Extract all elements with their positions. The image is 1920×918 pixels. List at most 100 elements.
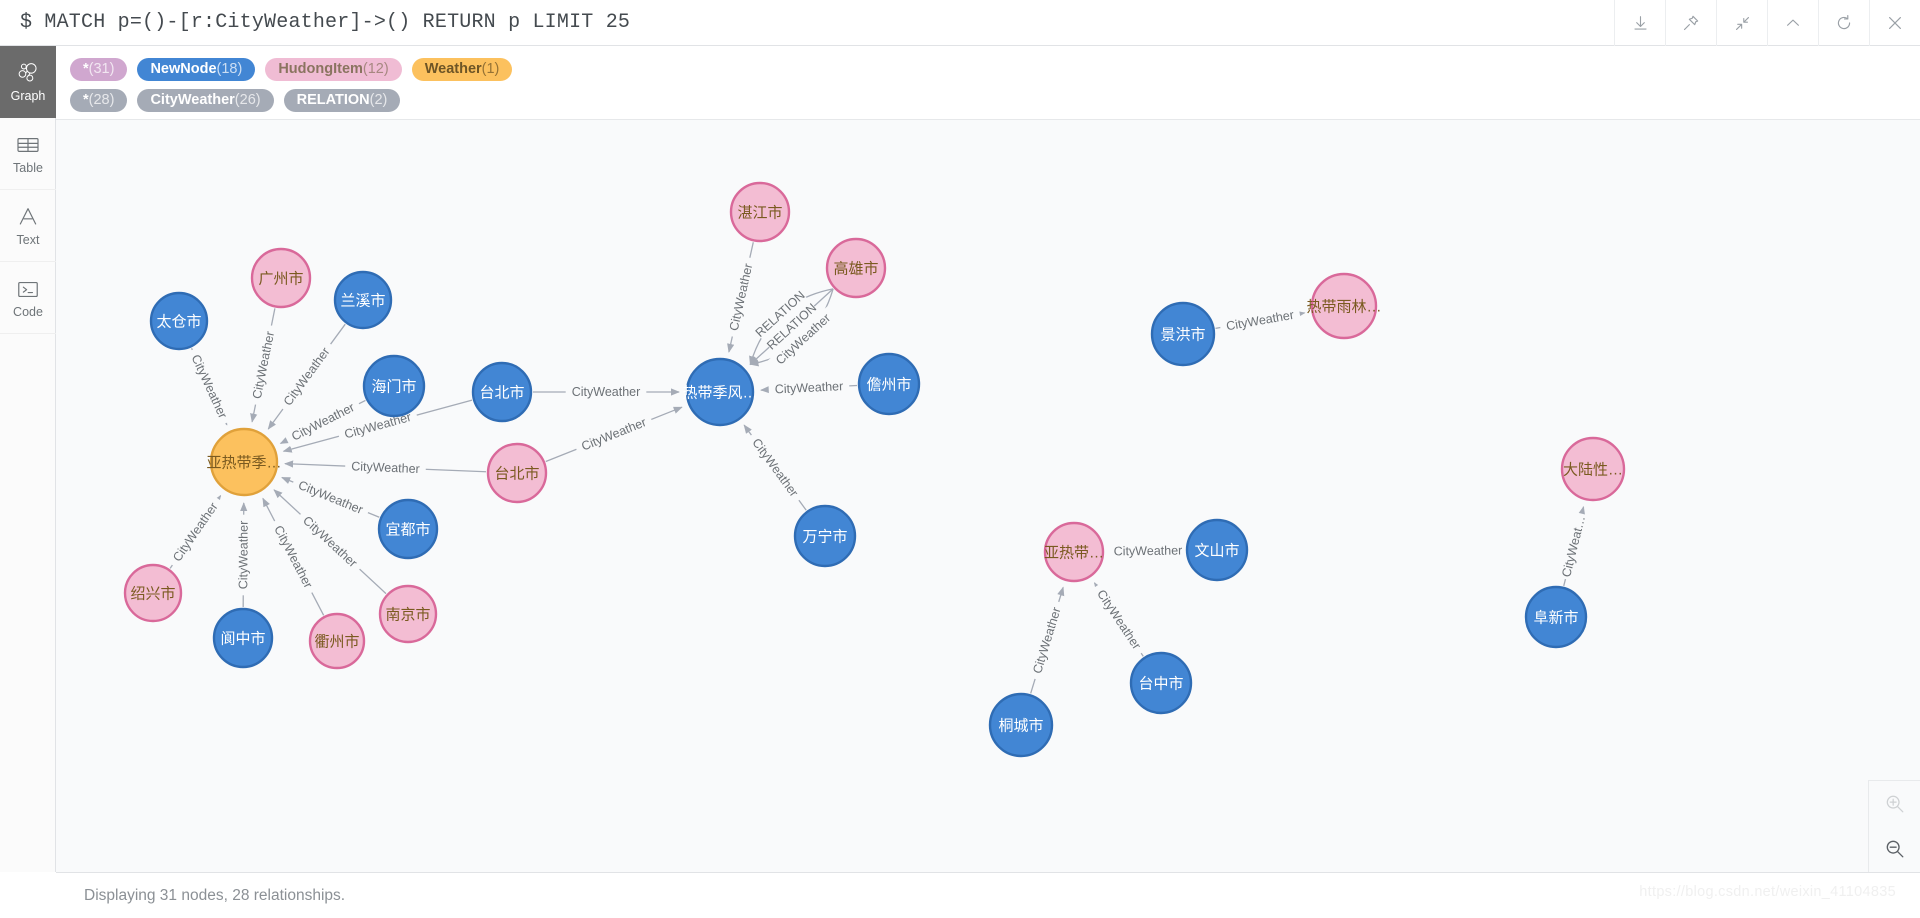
rel-type-chip-relation[interactable]: RELATION (2) [283,88,401,113]
node-label-chip-hudongitem[interactable]: HudongItem (12) [265,57,402,82]
node-circle[interactable] [308,612,366,670]
relationship-label-halo [744,430,806,505]
node-circle[interactable] [1524,585,1588,649]
node-circle[interactable] [250,247,312,309]
graph-node[interactable]: 衢州市 [308,612,366,670]
graph-node[interactable]: 宜都市 [377,498,439,560]
close-icon[interactable] [1869,0,1920,46]
graph-node[interactable]: 绍兴市 [123,563,183,623]
relationship-label-halo [573,411,655,457]
graph-node[interactable]: 兰溪市 [333,270,393,330]
node-circle[interactable] [123,563,183,623]
graph-node[interactable]: 阜新市 [1524,585,1588,649]
graph-node[interactable]: 热带雨林… [1306,272,1382,340]
sidebar-item-table[interactable]: Table [0,118,56,190]
node-label-chip-weather[interactable]: Weather (1) [411,57,513,82]
relationship-label-halo [565,384,647,400]
graph-node[interactable]: 太仓市 [149,291,209,351]
node-circle[interactable] [362,354,426,418]
relationship-label-halo [1218,305,1302,336]
text-icon [16,204,40,230]
zoom-out-button[interactable] [1869,827,1920,873]
relationship-label-halo [1557,511,1590,582]
graph-node[interactable]: 亚热带… [1043,521,1105,583]
graph-node[interactable]: 高雄市 [825,237,887,299]
pin-icon[interactable] [1665,0,1716,46]
zoom-controls [1868,780,1920,872]
node-circle[interactable] [1560,436,1626,502]
chip-count: (18) [216,60,243,77]
zoom-in-button[interactable] [1869,781,1920,827]
graph-canvas[interactable]: CityWeather CityWeather CityWeather CityWea… [56,120,1920,872]
download-icon[interactable] [1614,0,1665,46]
shrink-icon[interactable] [1716,0,1767,46]
graph-node[interactable]: 台中市 [1129,651,1193,715]
graph-node[interactable]: 亚热带季… [206,427,282,497]
graph-node[interactable]: 阆中市 [212,607,274,669]
graph-node[interactable]: 万宁市 [793,504,857,568]
sidebar-item-code[interactable]: Code [0,262,56,334]
relationship-label-halo [768,377,850,398]
graph-node[interactable]: 文山市 [1185,518,1249,582]
relationship-label-halo [247,324,280,407]
graph-visualization[interactable]: CityWeather CityWeather CityWeatherCityWea… [56,120,1920,872]
sidebar-item-graph[interactable]: Graph [0,46,56,118]
query-statement: MATCH p=()-[r:CityWeather]->() RETURN p … [44,11,631,34]
chip-count: (28) [88,91,115,108]
relationship-label-halo [1089,581,1148,658]
status-bar: Displaying 31 nodes, 28 relationships. [56,872,1920,918]
node-circle[interactable] [1185,518,1249,582]
node-circle[interactable] [685,357,755,427]
relationship-label-halo [344,458,427,478]
legend-node-labels: * (31) NewNode (18) HudongItem (12) Weather (1) [70,54,1920,85]
graph-node[interactable]: 儋州市 [857,352,921,416]
chip-label: HudongItem [278,60,363,77]
legend-relationship-types: * (28) CityWeather (26) RELATION (2) [70,85,1920,116]
chip-label: RELATION [296,91,370,108]
graph-node[interactable]: 湛江市 [729,181,791,243]
sidebar-item-text[interactable]: Text [0,190,56,262]
node-circle[interactable] [486,442,548,504]
graph-node[interactable]: 台北市 [471,361,533,423]
rel-type-chip-cityweather[interactable]: CityWeather (26) [137,88,274,113]
node-circle[interactable] [471,361,533,423]
node-circle[interactable] [793,504,857,568]
node-circle[interactable] [1150,301,1216,367]
graph-node[interactable]: 景洪市 [1150,301,1216,367]
graph-node[interactable]: 大陆性… [1560,436,1626,502]
code-icon [16,276,40,302]
query-text[interactable]: $ MATCH p=()-[r:CityWeather]->() RETURN … [0,11,630,34]
node-circle[interactable] [377,498,439,560]
node-circle[interactable] [1043,521,1105,583]
graph-node[interactable]: 台北市 [486,442,548,504]
node-circle[interactable] [378,584,438,644]
graph-node[interactable]: 南京市 [378,584,438,644]
node-circle[interactable] [825,237,887,299]
node-circle[interactable] [1310,272,1378,340]
chip-count: (31) [88,60,115,77]
node-circle[interactable] [212,607,274,669]
query-prompt: $ [20,11,33,34]
node-circle[interactable] [333,270,393,330]
node-circle[interactable] [149,291,209,351]
node-circle[interactable] [988,692,1054,758]
node-label-chip-newnode[interactable]: NewNode (18) [137,57,256,82]
refresh-icon[interactable] [1818,0,1869,46]
view-sidebar: Graph Table Text Code [0,46,56,872]
node-circle[interactable] [209,427,279,497]
relationship-label-halo [724,256,758,339]
rel-type-chip-all[interactable]: * (28) [70,88,128,113]
chevron-up-icon[interactable] [1767,0,1818,46]
node-label-chip-all[interactable]: * (31) [70,57,128,82]
relationship-label-halo [165,494,225,570]
node-circle[interactable] [729,181,791,243]
node-circle[interactable] [1129,651,1193,715]
chip-count: (1) [481,60,500,77]
graph-node[interactable]: 广州市 [250,247,312,309]
graph-node[interactable]: 热带季风… [682,357,758,427]
graph-node[interactable]: 海门市 [362,354,426,418]
graph-node[interactable]: 桐城市 [988,692,1054,758]
node-circle[interactable] [857,352,921,416]
relationship-label-halo [276,339,338,414]
chip-count: (12) [362,60,389,77]
